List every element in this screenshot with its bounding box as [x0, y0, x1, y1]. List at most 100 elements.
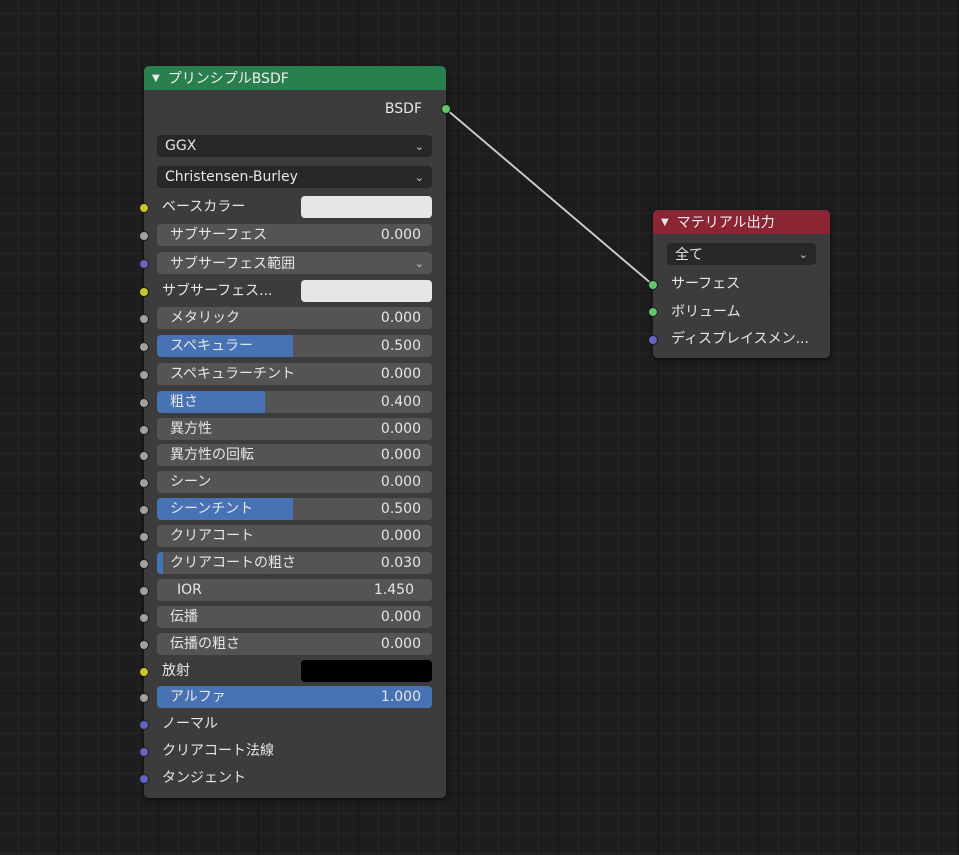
subsurface-method-dropdown[interactable]: Christensen-Burley ⌄ [157, 166, 432, 188]
anisotropic-field[interactable]: 異方性 0.000 [157, 418, 432, 440]
anisotropic-socket[interactable] [139, 425, 149, 435]
displacement-label: ディスプレイスメン... [671, 331, 809, 347]
subsurface-color-socket[interactable] [139, 287, 149, 297]
transmission-socket[interactable] [139, 613, 149, 623]
metallic-field[interactable]: メタリック 0.000 [157, 307, 432, 329]
ior-label: IOR [177, 582, 202, 598]
alpha-label: アルファ [170, 689, 226, 705]
ior-value: 1.450 [373, 582, 414, 598]
roughness-socket[interactable] [139, 398, 149, 408]
metallic-value: 0.000 [380, 310, 421, 326]
chevron-down-icon: ⌄ [414, 139, 424, 153]
transmission-roughness-label: 伝播の粗さ [170, 636, 240, 652]
node-header[interactable]: ▼ マテリアル出力 [653, 210, 830, 234]
sheen-tint-socket[interactable] [139, 505, 149, 515]
normal-socket[interactable] [139, 720, 149, 730]
metallic-socket[interactable] [139, 314, 149, 324]
clearcoat-roughness-fill [157, 552, 163, 574]
ior-socket[interactable] [139, 586, 149, 596]
tangent-socket[interactable] [139, 774, 149, 784]
bsdf-output-socket[interactable] [441, 104, 451, 114]
roughness-value: 0.400 [380, 394, 421, 410]
clearcoat-value: 0.000 [380, 528, 421, 544]
specular-label: スペキュラー [170, 338, 254, 354]
transmission-label: 伝播 [170, 609, 198, 625]
target-dropdown[interactable]: 全て ⌄ [667, 243, 816, 265]
surface-socket[interactable] [648, 280, 658, 290]
subsurface-radius-dropdown[interactable]: サブサーフェス範囲 ⌄ [157, 252, 432, 274]
base-color-label: ベースカラー [162, 199, 246, 215]
sheen-label: シーン [170, 474, 212, 490]
clearcoat-label: クリアコート [170, 528, 254, 544]
ior-field[interactable]: IOR 1.450 [157, 579, 432, 601]
clearcoat-roughness-field[interactable]: クリアコートの粗さ 0.030 [157, 552, 432, 574]
anisotropic-rotation-field[interactable]: 異方性の回転 0.000 [157, 444, 432, 466]
clearcoat-field[interactable]: クリアコート 0.000 [157, 525, 432, 547]
roughness-label: 粗さ [170, 394, 198, 410]
distribution-dropdown[interactable]: GGX ⌄ [157, 135, 432, 157]
specular-tint-label: スペキュラーチント [170, 366, 296, 382]
clearcoat-normal-socket[interactable] [139, 747, 149, 757]
subsurface-color-label: サブサーフェス... [162, 283, 273, 299]
node-header[interactable]: ▼ プリンシプルBSDF [144, 66, 446, 90]
node-title: マテリアル出力 [676, 215, 775, 231]
transmission-field[interactable]: 伝播 0.000 [157, 606, 432, 628]
sheen-tint-label: シーンチント [170, 501, 254, 517]
alpha-socket[interactable] [139, 693, 149, 703]
alpha-field[interactable]: アルファ 1.000 [157, 686, 432, 708]
subsurface-radius-label: サブサーフェス範囲 [170, 256, 296, 272]
emission-swatch[interactable] [301, 660, 432, 682]
specular-socket[interactable] [139, 342, 149, 352]
surface-label: サーフェス [671, 276, 741, 292]
specular-tint-field[interactable]: スペキュラーチント 0.000 [157, 363, 432, 385]
metallic-label: メタリック [170, 310, 240, 326]
sheen-socket[interactable] [139, 478, 149, 488]
transmission-roughness-value: 0.000 [380, 636, 421, 652]
subsurface-method-value: Christensen-Burley [165, 169, 298, 185]
anisotropic-rotation-socket[interactable] [139, 451, 149, 461]
collapse-triangle-icon[interactable]: ▼ [152, 73, 160, 84]
chevron-down-icon: ⌄ [798, 247, 808, 261]
subsurface-field[interactable]: サブサーフェス 0.000 [157, 224, 432, 246]
anisotropic-label: 異方性 [170, 421, 212, 437]
collapse-triangle-icon[interactable]: ▼ [661, 217, 669, 228]
normal-label: ノーマル [162, 716, 218, 732]
chevron-down-icon: ⌄ [414, 170, 424, 184]
base-color-swatch[interactable] [301, 196, 432, 218]
displacement-socket[interactable] [648, 335, 658, 345]
volume-label: ボリューム [671, 304, 741, 320]
clearcoat-normal-label: クリアコート法線 [162, 743, 274, 759]
alpha-value: 1.000 [380, 689, 421, 705]
output-label-bsdf: BSDF [384, 101, 422, 117]
roughness-field[interactable]: 粗さ 0.400 [157, 391, 432, 413]
subsurface-color-swatch[interactable] [301, 280, 432, 302]
target-value: 全て [675, 247, 703, 263]
sheen-tint-field[interactable]: シーンチント 0.500 [157, 498, 432, 520]
anisotropic-value: 0.000 [380, 421, 421, 437]
node-title: プリンシプルBSDF [167, 71, 289, 87]
emission-socket[interactable] [139, 667, 149, 677]
transmission-roughness-socket[interactable] [139, 640, 149, 650]
sheen-field[interactable]: シーン 0.000 [157, 471, 432, 493]
specular-field[interactable]: スペキュラー 0.500 [157, 335, 432, 357]
specular-tint-value: 0.000 [380, 366, 421, 382]
distribution-value: GGX [165, 138, 197, 154]
subsurface-value: 0.000 [380, 227, 421, 243]
volume-socket[interactable] [648, 307, 658, 317]
sheen-value: 0.000 [380, 474, 421, 490]
material-output-node[interactable]: ▼ マテリアル出力 全て ⌄ サーフェス ボリューム ディスプレイスメン... [653, 210, 830, 358]
clearcoat-roughness-label: クリアコートの粗さ [170, 555, 296, 571]
subsurface-socket[interactable] [139, 231, 149, 241]
sheen-tint-value: 0.500 [380, 501, 421, 517]
specular-tint-socket[interactable] [139, 370, 149, 380]
principled-bsdf-node[interactable]: ▼ プリンシプルBSDF BSDF GGX ⌄ Christensen-Burl… [144, 66, 446, 798]
transmission-roughness-field[interactable]: 伝播の粗さ 0.000 [157, 633, 432, 655]
clearcoat-roughness-socket[interactable] [139, 559, 149, 569]
subsurface-radius-socket[interactable] [139, 259, 149, 269]
anisotropic-rotation-label: 異方性の回転 [170, 447, 254, 463]
anisotropic-rotation-value: 0.000 [380, 447, 421, 463]
tangent-label: タンジェント [162, 770, 246, 786]
base-color-socket[interactable] [139, 203, 149, 213]
subsurface-label: サブサーフェス [170, 227, 268, 243]
clearcoat-socket[interactable] [139, 532, 149, 542]
